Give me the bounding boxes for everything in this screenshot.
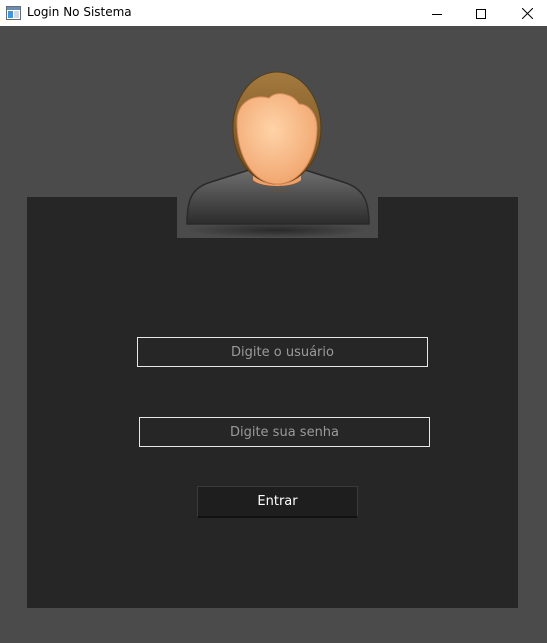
maximize-icon	[476, 4, 486, 23]
window-icon	[6, 5, 21, 20]
window-title: Login No Sistema	[27, 5, 132, 19]
username-input[interactable]	[137, 337, 428, 367]
minimize-icon	[432, 4, 442, 23]
maximize-button[interactable]	[458, 0, 504, 26]
title-bar[interactable]: Login No Sistema	[0, 0, 547, 26]
client-area: Entrar	[0, 26, 547, 643]
avatar	[177, 42, 378, 238]
minimize-button[interactable]	[414, 0, 460, 26]
login-window: Login No Sistema Entrar	[0, 0, 547, 643]
close-icon	[521, 4, 533, 23]
login-panel: Entrar	[27, 197, 518, 608]
password-input[interactable]	[139, 417, 430, 447]
enter-button-label: Entrar	[257, 494, 298, 509]
user-avatar-icon	[177, 42, 378, 242]
enter-button[interactable]: Entrar	[197, 486, 358, 518]
close-button[interactable]	[504, 0, 547, 26]
